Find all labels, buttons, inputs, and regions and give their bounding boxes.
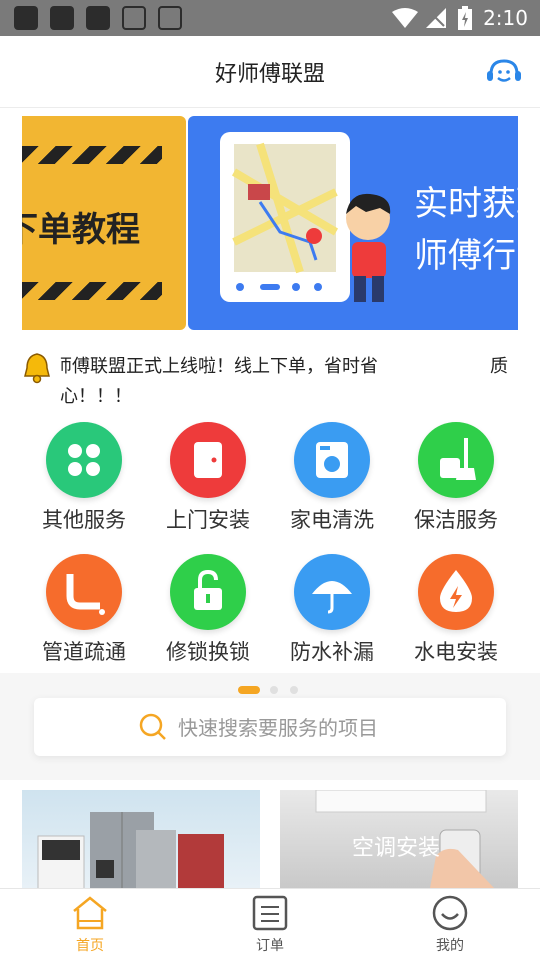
banner-slide-tutorial[interactable]: 下单教程 xyxy=(22,116,186,330)
service-install[interactable]: 上门安装 xyxy=(146,422,270,534)
bottom-tab-bar: 首页 订单 我的 xyxy=(0,888,540,960)
service-lock[interactable]: 修锁换锁 xyxy=(146,554,270,666)
clover-icon xyxy=(46,422,122,498)
search-placeholder: 快速搜索要服务的项目 xyxy=(178,716,378,740)
promo-card-label: 空调安装 xyxy=(352,836,441,861)
tab-label: 首页 xyxy=(76,938,104,954)
service-label: 其他服务 xyxy=(42,508,126,532)
service-label: 水电安装 xyxy=(414,640,498,664)
main-content: 下单教程 实时获取 师傅行 xyxy=(0,108,540,673)
status-bar: 2:10 xyxy=(0,0,540,36)
page-title: 好师傅联盟 xyxy=(214,62,325,87)
banner-realtime-line2: 师傅行 xyxy=(414,236,516,276)
tab-orders[interactable]: 订单 xyxy=(180,889,360,960)
page-dot xyxy=(290,686,298,694)
lock-icon xyxy=(170,554,246,630)
promo-card-ac-install[interactable]: 空调安装 xyxy=(280,790,518,888)
customer-service-icon[interactable] xyxy=(486,58,522,86)
door-icon xyxy=(170,422,246,498)
page-dot xyxy=(270,686,278,694)
notification-icon xyxy=(14,6,38,30)
image-icon xyxy=(122,6,146,30)
service-label: 管道疏通 xyxy=(42,640,126,664)
announcement-bar[interactable]: 师傅联盟正式上线啦！线上下单，省时省心！！！ 质 xyxy=(18,348,518,408)
signal-icon xyxy=(426,8,446,28)
worker-character-illustration xyxy=(346,193,391,302)
hazard-stripe xyxy=(22,146,162,164)
app-notification-icon xyxy=(50,6,74,30)
hazard-stripe xyxy=(22,282,162,300)
wifi-icon xyxy=(392,8,418,28)
page-dot-active xyxy=(238,686,260,694)
promo-card-appliances[interactable] xyxy=(22,790,260,888)
service-label: 防水补漏 xyxy=(290,640,374,664)
battery-icon xyxy=(458,6,472,30)
search-bar[interactable]: 快速搜索要服务的项目 xyxy=(34,698,506,756)
pipe-icon xyxy=(46,554,122,630)
tab-profile[interactable]: 我的 xyxy=(360,889,540,960)
status-time: 2:10 xyxy=(483,6,528,30)
announcement-text-tail: 质 xyxy=(490,356,508,377)
tab-label: 订单 xyxy=(256,938,284,954)
tab-label: 我的 xyxy=(436,938,464,954)
service-pipe-unclog[interactable]: 管道疏通 xyxy=(22,554,146,666)
announcement-text: 师傅联盟正式上线啦！线上下单，省时省心！！！ xyxy=(60,356,378,407)
service-other[interactable]: 其他服务 xyxy=(22,422,146,534)
bell-icon xyxy=(24,353,50,384)
orders-icon xyxy=(252,895,288,931)
tab-home[interactable]: 首页 xyxy=(0,889,180,960)
appliances-image xyxy=(37,812,224,888)
banner-tutorial-text: 下单教程 xyxy=(22,210,140,250)
service-water-electric[interactable]: 水电安装 xyxy=(394,554,518,666)
service-label: 保洁服务 xyxy=(414,508,498,532)
service-label: 修锁换锁 xyxy=(166,640,250,664)
broom-icon xyxy=(418,422,494,498)
search-icon xyxy=(139,713,166,740)
app-header: 好师傅联盟 xyxy=(0,36,540,108)
home-icon xyxy=(73,896,107,930)
banner-slide-realtime[interactable]: 实时获取 师傅行 xyxy=(188,116,518,330)
app-notification-icon-2 xyxy=(86,6,110,30)
service-cleaning[interactable]: 保洁服务 xyxy=(394,422,518,534)
service-label: 上门安装 xyxy=(166,508,250,532)
umbrella-icon xyxy=(294,554,370,630)
service-waterproof[interactable]: 防水补漏 xyxy=(270,554,394,666)
service-appliance-cleaning[interactable]: 家电清洗 xyxy=(270,422,394,534)
water-electric-icon xyxy=(418,554,494,630)
profile-icon xyxy=(432,895,468,931)
banner-realtime-line1: 实时获取 xyxy=(414,184,518,224)
service-label: 家电清洗 xyxy=(290,508,374,532)
washing-machine-icon xyxy=(294,422,370,498)
banner-carousel[interactable]: 下单教程 实时获取 师傅行 xyxy=(22,116,518,330)
font-icon xyxy=(158,6,182,30)
